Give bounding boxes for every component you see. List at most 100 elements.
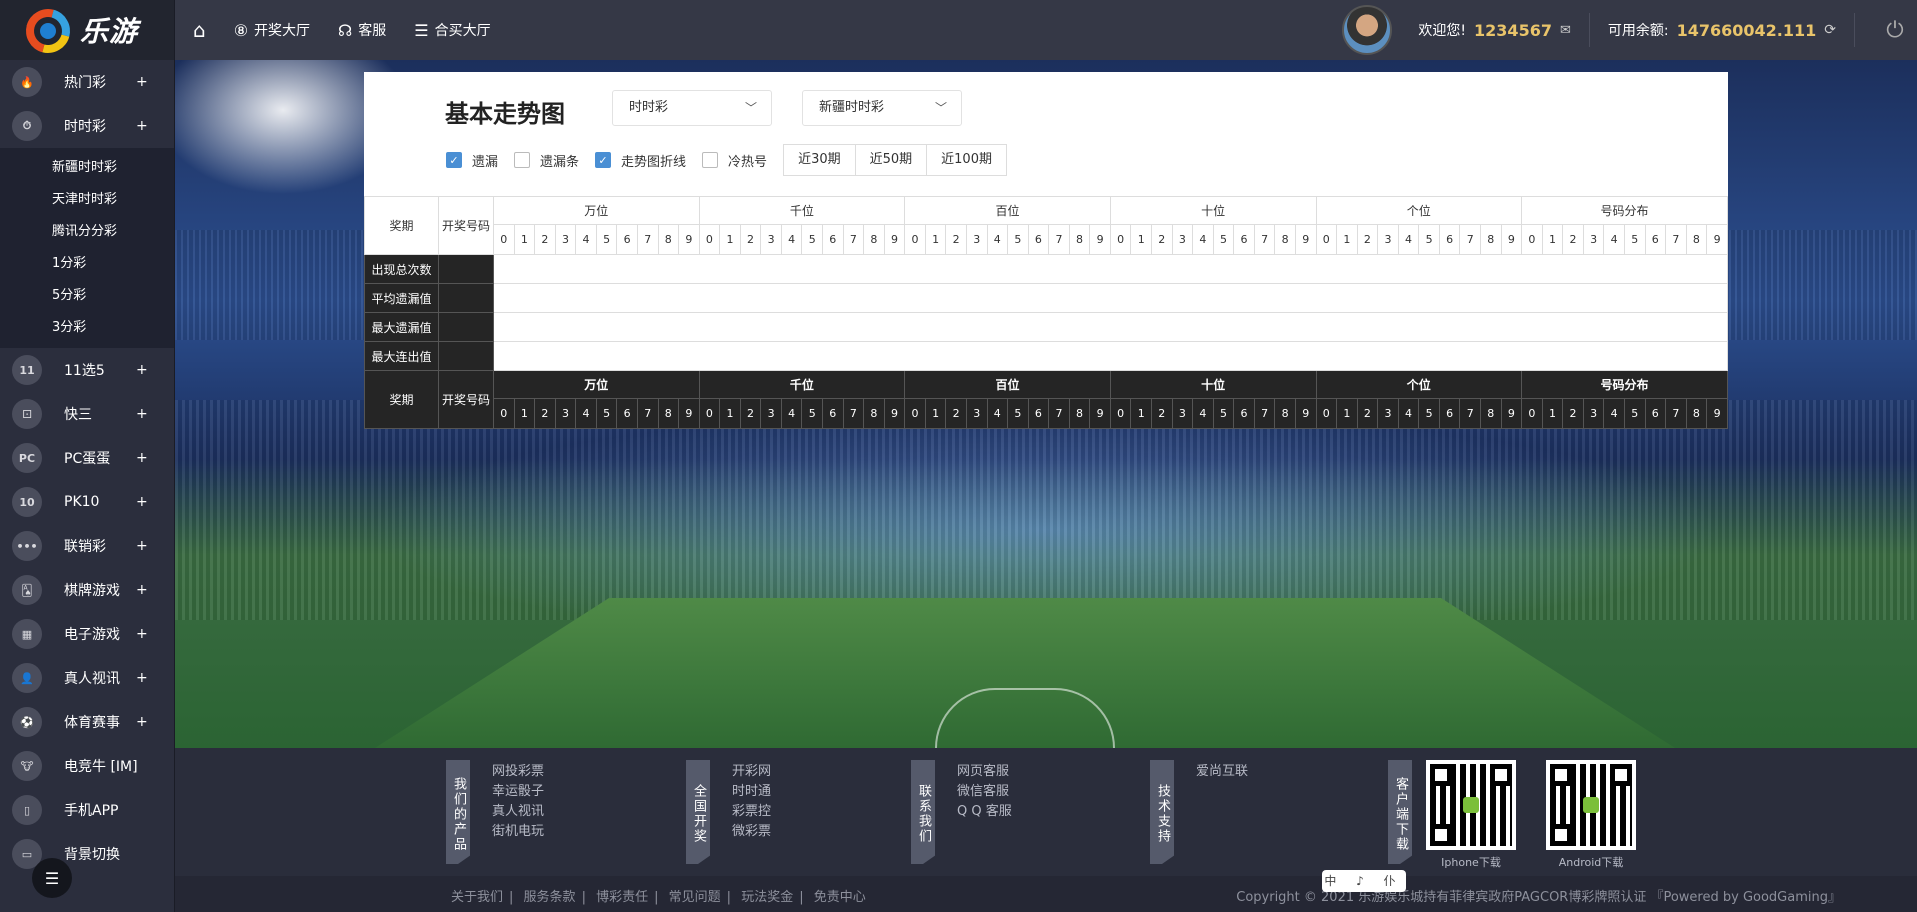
footer-link[interactable]: 街机电玩 (492, 822, 544, 842)
digit-header: 0 (1315, 398, 1338, 429)
digit-header: 9 (883, 398, 906, 429)
bottom-link[interactable]: 关于我们 (451, 890, 503, 905)
checkbox-omission-bar[interactable] (514, 152, 531, 168)
option-hot-cold[interactable]: 冷热号 (702, 151, 767, 170)
sidebar-item-background[interactable]: ▭ 背景切换 (0, 832, 174, 876)
bottom-link[interactable]: 常见问题 (669, 890, 721, 905)
lottery-ball-icon: ⑧ (233, 20, 249, 40)
lottery-type-select[interactable]: 时时彩 ﹀ (612, 90, 772, 126)
bottom-link[interactable]: 免责中心 (814, 890, 866, 905)
footer-link[interactable]: 网投彩票 (492, 762, 544, 782)
option-omission-bar[interactable]: 遗漏条 (514, 151, 579, 170)
sidebar-item-slots[interactable]: ▦ 电子游戏 + (0, 612, 174, 656)
footer-link[interactable]: 真人视讯 (492, 802, 544, 822)
footer-link[interactable]: 爱尚互联 (1196, 762, 1248, 782)
sidebar-item-11x5[interactable]: 11 11选5 + (0, 348, 174, 392)
footer-link[interactable]: 微信客服 (957, 782, 1012, 802)
expand-icon[interactable]: + (136, 626, 148, 642)
divider (1588, 13, 1590, 47)
footer-link[interactable]: 彩票控 (732, 802, 771, 822)
digit-header: 4 (1397, 398, 1420, 429)
checkbox-trend-line[interactable]: ✓ (595, 152, 612, 168)
language-badge[interactable]: 中 ♪ 仆 (1322, 870, 1406, 892)
mail-icon[interactable]: ✉ (1560, 23, 1571, 38)
digit-header: 5 (595, 224, 618, 255)
nav-group-buy[interactable]: ☰ 合买大厅 (414, 0, 490, 60)
expand-icon[interactable]: + (136, 362, 148, 378)
logo[interactable]: 乐游 (0, 0, 174, 62)
period-100-button[interactable]: 近100期 (926, 144, 1007, 176)
digit-header: 1 (924, 224, 947, 255)
footer-link[interactable]: 网页客服 (957, 762, 1012, 782)
cards-icon: 🂡 (12, 575, 42, 605)
avatar[interactable] (1342, 5, 1393, 55)
sidebar-item-app[interactable]: ▯ 手机APP (0, 788, 174, 832)
checkbox-hot-cold[interactable] (702, 152, 719, 168)
qr-iphone[interactable]: Iphone下载 (1426, 760, 1516, 870)
bottom-link[interactable]: 服务条款 (524, 890, 576, 905)
expand-icon[interactable]: + (136, 494, 148, 510)
sidebar-item-label: 背景切换 (64, 847, 120, 863)
bottom-link[interactable]: 玩法奖金 (741, 890, 793, 905)
qr-android[interactable]: Android下载 (1546, 760, 1636, 870)
submenu-item[interactable]: 5分彩 (0, 280, 174, 312)
bottom-link[interactable]: 博彩责任 (596, 890, 648, 905)
submenu-item[interactable]: 腾讯分分彩 (0, 216, 174, 248)
nav-lottery-hall[interactable]: ⑧ 开奖大厅 (234, 0, 310, 60)
digit-header: 3 (760, 398, 782, 429)
footer-col-contact: 联系我们 网页客服 微信客服 Q Q 客服 (911, 760, 1012, 864)
stat-code-cell (438, 283, 494, 313)
expand-icon[interactable]: + (136, 118, 148, 134)
option-omission[interactable]: ✓ 遗漏 (446, 151, 498, 170)
footer-link[interactable]: Q Q 客服 (957, 802, 1012, 822)
sidebar-item-live[interactable]: 👤 真人视讯 + (0, 656, 174, 700)
sidebar-toggle-button[interactable]: ☰ (32, 858, 72, 898)
period-30-button[interactable]: 近30期 (783, 144, 856, 176)
expand-icon[interactable]: + (136, 538, 148, 554)
expand-icon[interactable]: + (136, 74, 148, 90)
option-trend-line[interactable]: ✓ 走势图折线 (595, 151, 686, 170)
sidebar-item-ssc[interactable]: ⏱ 时时彩 + (0, 104, 174, 148)
footer-link[interactable]: 开彩网 (732, 762, 771, 782)
checkbox-omission[interactable]: ✓ (446, 152, 462, 168)
sidebar-item-pk10[interactable]: 10 PK10 + (0, 480, 174, 524)
footer-link[interactable]: 微彩票 (732, 822, 771, 842)
digit-header: 5 (1623, 224, 1646, 255)
home-icon[interactable]: ⌂ (193, 0, 206, 60)
group-header: 十位 (1109, 196, 1317, 225)
period-50-button[interactable]: 近50期 (854, 144, 928, 176)
qr-label: Android下载 (1558, 856, 1624, 869)
digit-header: 5 (1007, 398, 1029, 429)
digit-header: 3 (1171, 398, 1194, 429)
logout-icon[interactable]: ⏻ (1873, 18, 1917, 43)
submenu-item[interactable]: 新疆时时彩 (0, 152, 174, 184)
submenu-item[interactable]: 3分彩 (0, 312, 174, 344)
expand-icon[interactable]: + (136, 450, 148, 466)
stat-code-cell (438, 254, 494, 284)
lottery-game-select[interactable]: 新疆时时彩 ﹀ (802, 90, 962, 126)
expand-icon[interactable]: + (136, 670, 148, 686)
expand-icon[interactable]: + (136, 582, 148, 598)
sidebar-item-lianxiao[interactable]: ••• 联销彩 + (0, 524, 174, 568)
refresh-icon[interactable]: ⟳ (1824, 22, 1836, 38)
footer-link[interactable]: 时时通 (732, 782, 771, 802)
sidebar-item-esports[interactable]: 🐮 电竞牛 [IM] (0, 744, 174, 788)
submenu-item[interactable]: 1分彩 (0, 248, 174, 280)
digit-header: 6 (1027, 224, 1050, 255)
sidebar-item-pcdd[interactable]: PC PC蛋蛋 + (0, 436, 174, 480)
digit-header: 9 (678, 224, 700, 255)
sidebar-item-hot[interactable]: 🔥 热门彩 + (0, 60, 174, 104)
sidebar-item-k3[interactable]: ⚀ 快三 + (0, 392, 174, 436)
digit-header: 6 (822, 224, 844, 255)
sidebar-item-sports[interactable]: ⚽ 体育赛事 + (0, 700, 174, 744)
digit-header: 2 (1356, 398, 1379, 429)
sidebar-item-chess[interactable]: 🂡 棋牌游戏 + (0, 568, 174, 612)
trend-header: 基本走势图 时时彩 ﹀ 新疆时时彩 ﹀ ✓ 遗漏 遗漏条 ✓ 走势图折线 冷热号… (364, 72, 1728, 196)
expand-icon[interactable]: + (136, 406, 148, 422)
expand-icon[interactable]: + (136, 714, 148, 730)
digit-header: 2 (945, 224, 967, 255)
footer-link[interactable]: 幸运骰子 (492, 782, 544, 802)
nav-customer-service[interactable]: ☊ 客服 (338, 0, 386, 60)
submenu-item[interactable]: 天津时时彩 (0, 184, 174, 216)
digit-header: 0 (904, 224, 926, 255)
